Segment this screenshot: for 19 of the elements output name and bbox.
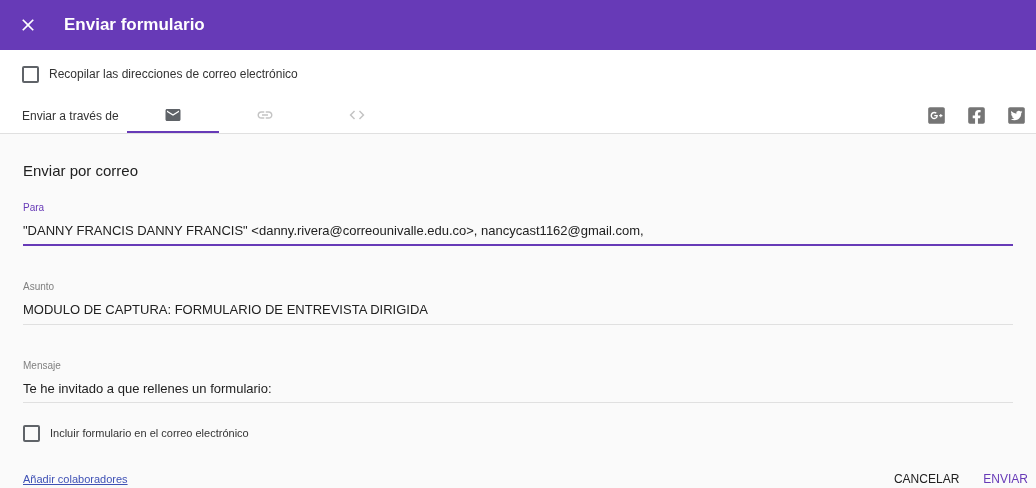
- input-field[interactable]: "DANNY FRANCIS DANNY FRANCIS" <danny.rivera@correounivalle.edu.co>, nancycast1162@gmail.com,: [23, 220, 1013, 246]
- facebook-icon[interactable]: [967, 106, 986, 125]
- checkbox[interactable]: [23, 425, 40, 442]
- field-label: Mensaje: [23, 358, 62, 373]
- field-label: Asunto: [23, 280, 56, 294]
- cancel-button[interactable]: CANCELAR: [893, 470, 960, 488]
- send-button[interactable]: ENVIAR: [983, 470, 1028, 488]
- checkbox-label: Recopilar las direcciones de correo electrónico: [49, 66, 298, 83]
- checkbox-label: Incluir formulario en el correo electrónico: [50, 426, 249, 442]
- section-title: Enviar por correo: [23, 161, 140, 181]
- window-title: Enviar formulario: [64, 14, 205, 37]
- checkbox[interactable]: [22, 65, 39, 83]
- send-via-label: Enviar a través de: [22, 107, 120, 125]
- add-collaborators-link[interactable]: Añadir colaboradores: [23, 470, 128, 488]
- input-field[interactable]: MODULO DE CAPTURA: FORMULARIO DE ENTREVISTA DIRIGIDA: [23, 300, 1013, 325]
- google-plus-icon[interactable]: [927, 106, 946, 125]
- twitter-icon[interactable]: [1007, 106, 1026, 125]
- input-field[interactable]: Te he invitado a que rellenes un formulario:: [23, 378, 1013, 403]
- field-label: Para: [23, 200, 46, 215]
